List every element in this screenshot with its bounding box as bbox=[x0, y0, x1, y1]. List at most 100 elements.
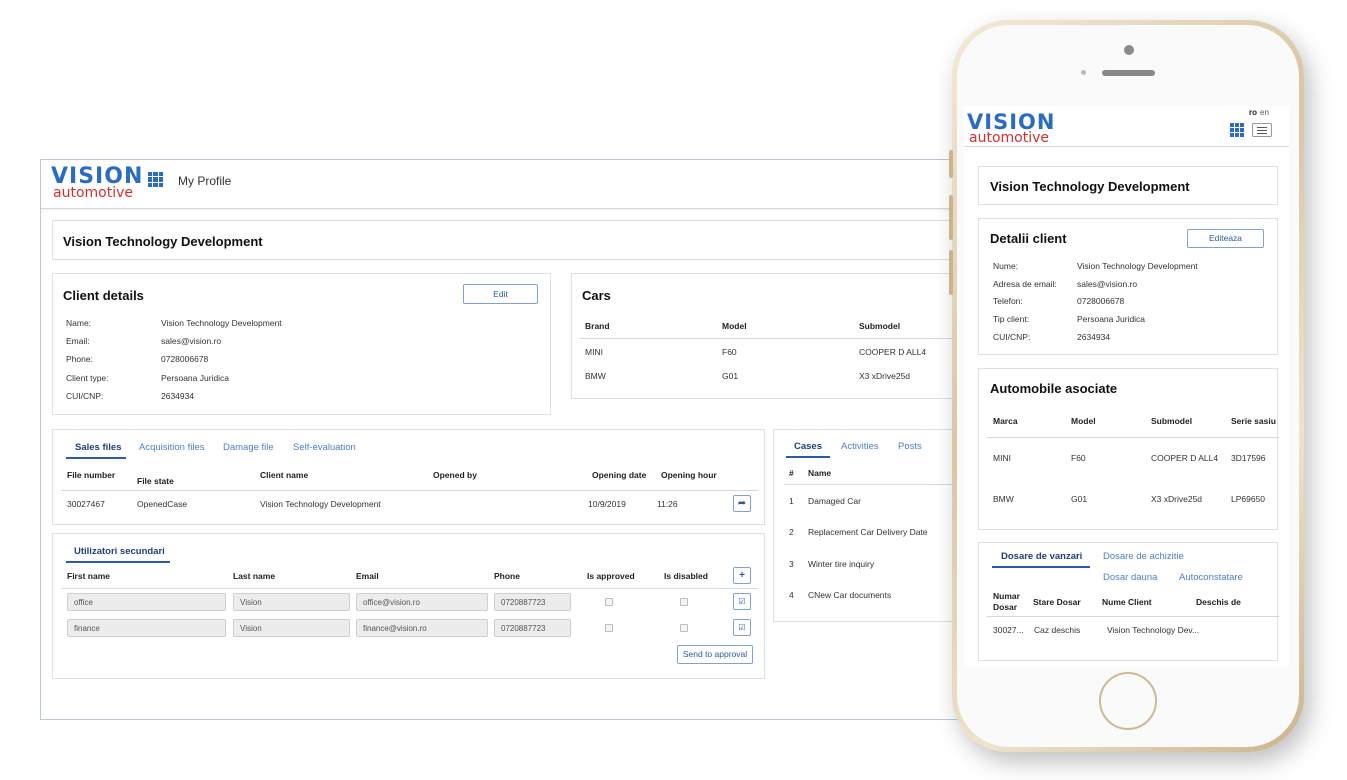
email-field[interactable]: finance@vision.ro bbox=[356, 619, 488, 637]
mobile-client-details-panel: Detalii client Editeaza Nume: Vision Tec… bbox=[978, 218, 1278, 355]
is-disabled-checkbox[interactable] bbox=[680, 624, 688, 632]
speaker-grille bbox=[1102, 70, 1155, 76]
m-car-brand: BMW bbox=[993, 494, 1014, 504]
email-field[interactable]: office@vision.ro bbox=[356, 593, 488, 611]
users-header-phone: Phone bbox=[494, 571, 520, 581]
tab-activities[interactable]: Activities bbox=[841, 441, 878, 452]
last-name-field[interactable]: Vision bbox=[233, 593, 350, 611]
m-client-value-phone: 0728006678 bbox=[1077, 296, 1125, 306]
tab-autoconstatare[interactable]: Autoconstatare bbox=[1179, 572, 1243, 583]
case-index: 2 bbox=[789, 527, 794, 537]
client-value-name: Vision Technology Development bbox=[161, 318, 282, 328]
home-button[interactable] bbox=[1099, 672, 1157, 730]
case-name[interactable]: Winter tire inquiry bbox=[808, 559, 874, 569]
menu-hamburger-icon[interactable] bbox=[1252, 123, 1272, 137]
my-profile-link[interactable]: My Profile bbox=[178, 174, 231, 188]
add-user-button[interactable]: + bbox=[733, 567, 751, 584]
open-file-arrow-icon[interactable]: ➦ bbox=[733, 495, 751, 512]
tab-damage-file[interactable]: Damage file bbox=[223, 442, 274, 453]
is-approved-checkbox[interactable] bbox=[605, 598, 613, 606]
confirm-edit-icon[interactable]: ☑ bbox=[733, 619, 751, 636]
first-name-field[interactable]: office bbox=[67, 593, 226, 611]
is-disabled-checkbox[interactable] bbox=[680, 598, 688, 606]
case-name[interactable]: Damaged Car bbox=[808, 496, 861, 506]
apps-grid-icon[interactable] bbox=[1230, 123, 1244, 137]
is-approved-checkbox[interactable] bbox=[605, 624, 613, 632]
tab-self-evaluation[interactable]: Self-evaluation bbox=[293, 442, 356, 453]
phone-field[interactable]: 0720887723 bbox=[494, 593, 571, 611]
tab-dosare-achizitie[interactable]: Dosare de achizitie bbox=[1103, 551, 1184, 562]
tab-cases[interactable]: Cases bbox=[794, 441, 822, 452]
files-header-state: File state bbox=[137, 476, 174, 486]
m-car-vin: 3D17596 bbox=[1231, 453, 1266, 463]
vision-logo[interactable]: VISION automotive bbox=[967, 110, 1056, 146]
files-header-number: File number bbox=[67, 470, 116, 480]
files-header-date: Opening date bbox=[592, 470, 647, 480]
send-to-approval-button[interactable]: Send to approval bbox=[677, 645, 753, 664]
m-car-model: G01 bbox=[1071, 494, 1088, 504]
app-header: VISION automotive My Profile bbox=[41, 160, 999, 209]
first-name-field[interactable]: finance bbox=[67, 619, 226, 637]
lang-en-link[interactable]: en bbox=[1260, 108, 1269, 117]
m-car-submodel: X3 xDrive25d bbox=[1151, 494, 1203, 504]
tab-dosare-vanzari[interactable]: Dosare de vanzari bbox=[1001, 551, 1082, 562]
client-label-phone: Phone: bbox=[66, 354, 93, 364]
cases-header-name: Name bbox=[808, 468, 832, 478]
cases-header-number: # bbox=[789, 468, 794, 478]
m-files-header-opened-by: Deschis de bbox=[1196, 597, 1241, 607]
logo-wordmark: VISION bbox=[967, 110, 1056, 134]
files-header-opened-by: Opened by bbox=[433, 470, 477, 480]
m-client-value-email: sales@vision.ro bbox=[1077, 279, 1138, 289]
files-panel: Sales files Acquisition files Damage fil… bbox=[52, 429, 765, 525]
confirm-edit-icon[interactable]: ☑ bbox=[733, 593, 751, 610]
car-row-submodel: X3 xDrive25d bbox=[859, 371, 911, 381]
cars-header-brand: Brand bbox=[585, 321, 610, 331]
secondary-users-panel: Utilizatori secundari First name Last na… bbox=[52, 533, 765, 679]
m-client-value-cui: 2634934 bbox=[1077, 332, 1111, 342]
m-client-label-type: Tip client: bbox=[993, 314, 1030, 324]
lang-ro-link[interactable]: ro bbox=[1249, 108, 1257, 117]
files-header-client: Client name bbox=[260, 470, 309, 480]
mobile-edit-button[interactable]: Editeaza bbox=[1187, 229, 1264, 248]
page-title: Vision Technology Development bbox=[63, 234, 263, 249]
tab-acquisition-files[interactable]: Acquisition files bbox=[139, 442, 204, 453]
client-details-title: Client details bbox=[63, 288, 144, 303]
car-row-model: F60 bbox=[722, 347, 737, 357]
mobile-cars-panel: Automobile asociate Marca Model Submodel… bbox=[978, 368, 1279, 530]
tab-secondary-users[interactable]: Utilizatori secundari bbox=[74, 546, 165, 557]
m-client-label-email: Adresa de email: bbox=[993, 279, 1057, 289]
file-state: OpenedCase bbox=[137, 499, 188, 509]
phone-field[interactable]: 0720887723 bbox=[494, 619, 571, 637]
car-row-brand: MINI bbox=[585, 347, 603, 357]
cars-header-model: Model bbox=[722, 321, 747, 331]
logo-wordmark: VISION bbox=[51, 164, 144, 189]
m-files-header-state: Stare Dosar bbox=[1033, 597, 1081, 607]
file-client: Vision Technology Development bbox=[260, 499, 381, 509]
client-label-type: Client type: bbox=[66, 373, 109, 383]
m-file-number: 30027... bbox=[993, 625, 1024, 635]
m-cars-header-model: Model bbox=[1071, 416, 1096, 426]
m-car-submodel: COOPER D ALL4 bbox=[1151, 453, 1219, 463]
m-cars-header-vin: Serie sasiu bbox=[1231, 416, 1276, 426]
client-value-cui: 2634934 bbox=[161, 391, 195, 401]
case-index: 4 bbox=[789, 590, 794, 600]
apps-grid-icon[interactable] bbox=[148, 172, 163, 187]
client-label-email: Email: bbox=[66, 336, 90, 346]
tab-posts[interactable]: Posts bbox=[898, 441, 922, 452]
tab-sales-files[interactable]: Sales files bbox=[75, 442, 121, 453]
tab-dosar-dauna[interactable]: Dosar dauna bbox=[1103, 572, 1157, 583]
m-car-brand: MINI bbox=[993, 453, 1011, 463]
m-client-label-phone: Telefon: bbox=[993, 296, 1023, 306]
file-date: 10/9/2019 bbox=[588, 499, 626, 509]
m-file-client: Vision Technology Dev... bbox=[1107, 625, 1200, 635]
case-name[interactable]: CNew Car documents bbox=[808, 590, 891, 600]
m-files-header-client: Nume Client bbox=[1102, 597, 1152, 607]
last-name-field[interactable]: Vision bbox=[233, 619, 350, 637]
car-row-model: G01 bbox=[722, 371, 739, 381]
client-value-phone: 0728006678 bbox=[161, 354, 209, 364]
vision-logo[interactable]: VISION automotive bbox=[51, 164, 144, 201]
phone-screen: ro en VISION automotive Vision Technolog… bbox=[964, 106, 1289, 667]
case-name[interactable]: Replacement Car Delivery Date bbox=[808, 527, 928, 537]
edit-button[interactable]: Edit bbox=[463, 284, 538, 304]
desktop-window: VISION automotive My Profile Vision Tech… bbox=[40, 159, 1000, 720]
